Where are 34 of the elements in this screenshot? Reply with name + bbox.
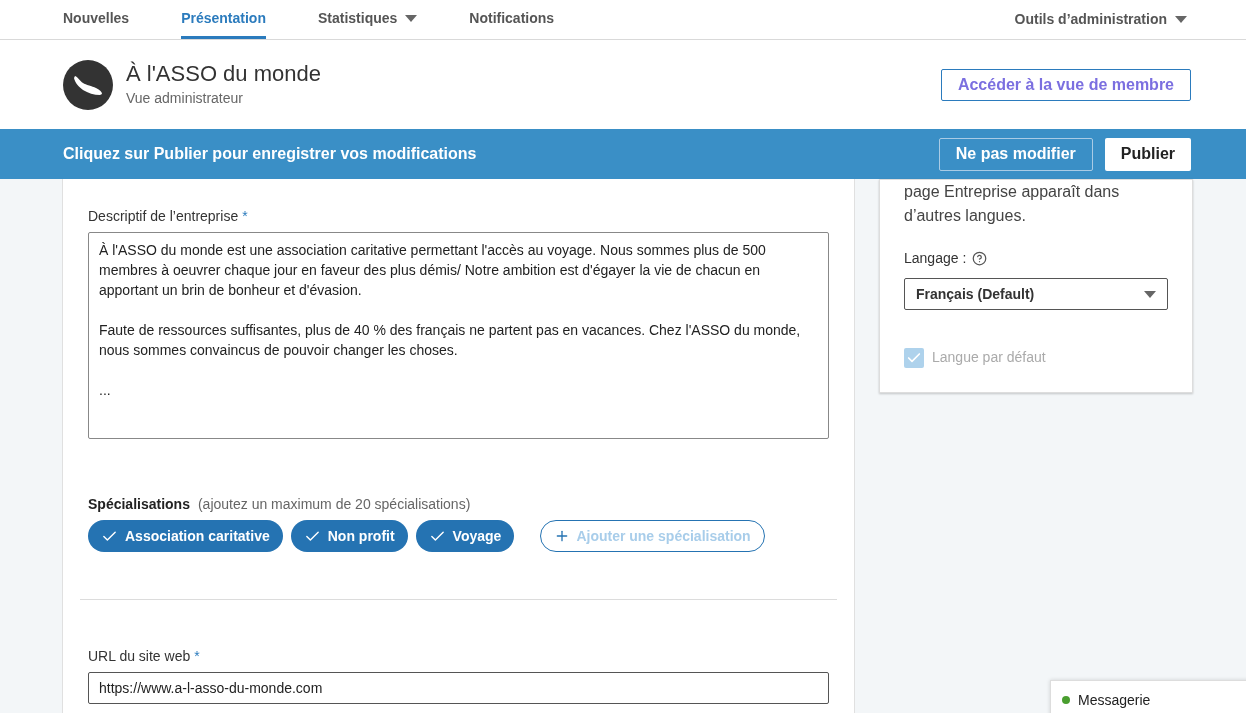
language-label: Langage : (904, 249, 967, 268)
messaging-label: Messagerie (1078, 690, 1151, 710)
messaging-bar[interactable]: Messagerie (1050, 680, 1246, 713)
cancel-button[interactable]: Ne pas modifier (938, 137, 1093, 171)
admin-tools-menu[interactable]: Outils d’administration (1014, 0, 1187, 39)
banner-message: Cliquez sur Publier pour enregistrer vos modifications (63, 144, 477, 164)
description-field[interactable] (88, 232, 829, 439)
required-mark: * (194, 647, 200, 666)
description-paragraph: Faute de ressources suffisantes, plus de 40 % des français ne partent pas en vacances. Chez l'ASSO du monde, nous sommes convaincus de pouvoir changer les choses. (99, 321, 802, 360)
specialisation-chip[interactable]: Voyage (415, 520, 515, 552)
admin-view-label: Vue administrateur (126, 89, 244, 108)
field-label: Descriptif de l’entreprise (88, 207, 239, 226)
help-icon (972, 251, 988, 266)
language-description: page Entreprise apparaît dans d’autres langues. (904, 182, 1121, 226)
company-name: À l'ASSO du monde (126, 60, 321, 88)
field-label: URL du site web (88, 647, 191, 666)
publish-button[interactable]: Publier (1104, 137, 1191, 171)
required-mark: * (242, 207, 248, 226)
member-view-button[interactable]: Accéder à la vue de membre (940, 68, 1191, 101)
nav-tab[interactable]: Notifications (469, 0, 555, 39)
default-language-label: Langue par défaut (932, 348, 1046, 367)
caret-icon (1144, 290, 1156, 298)
language-select[interactable]: Français (Default) (904, 278, 1168, 310)
specialisation-chip[interactable]: Association caritative (88, 520, 283, 552)
specialisations-label: Spécialisations (88, 495, 190, 514)
caret-icon (405, 14, 418, 22)
nav-tab[interactable]: Statistiques (317, 0, 418, 39)
description-paragraph: ... (99, 381, 112, 400)
url-field[interactable]: https://www.a-l-asso-du-monde.com (88, 672, 829, 704)
description-paragraph: À l'ASSO du monde est une association caritative permettant l'accès au voyage. Nous sommes plus de 500 membres à oeuvrer chaque jour en faveur des plus démis/ Notre ambition est d'égayer la vie de chacun en apportant un brin de bonheur et d'évasion. (99, 241, 767, 300)
nav-tab[interactable]: Nouvelles (63, 0, 130, 39)
specialisation-chip[interactable]: Non profit (290, 520, 408, 552)
caret-icon (1175, 16, 1187, 23)
specialisations-hint: (ajoutez un maximum de 20 spécialisations) (197, 495, 471, 514)
